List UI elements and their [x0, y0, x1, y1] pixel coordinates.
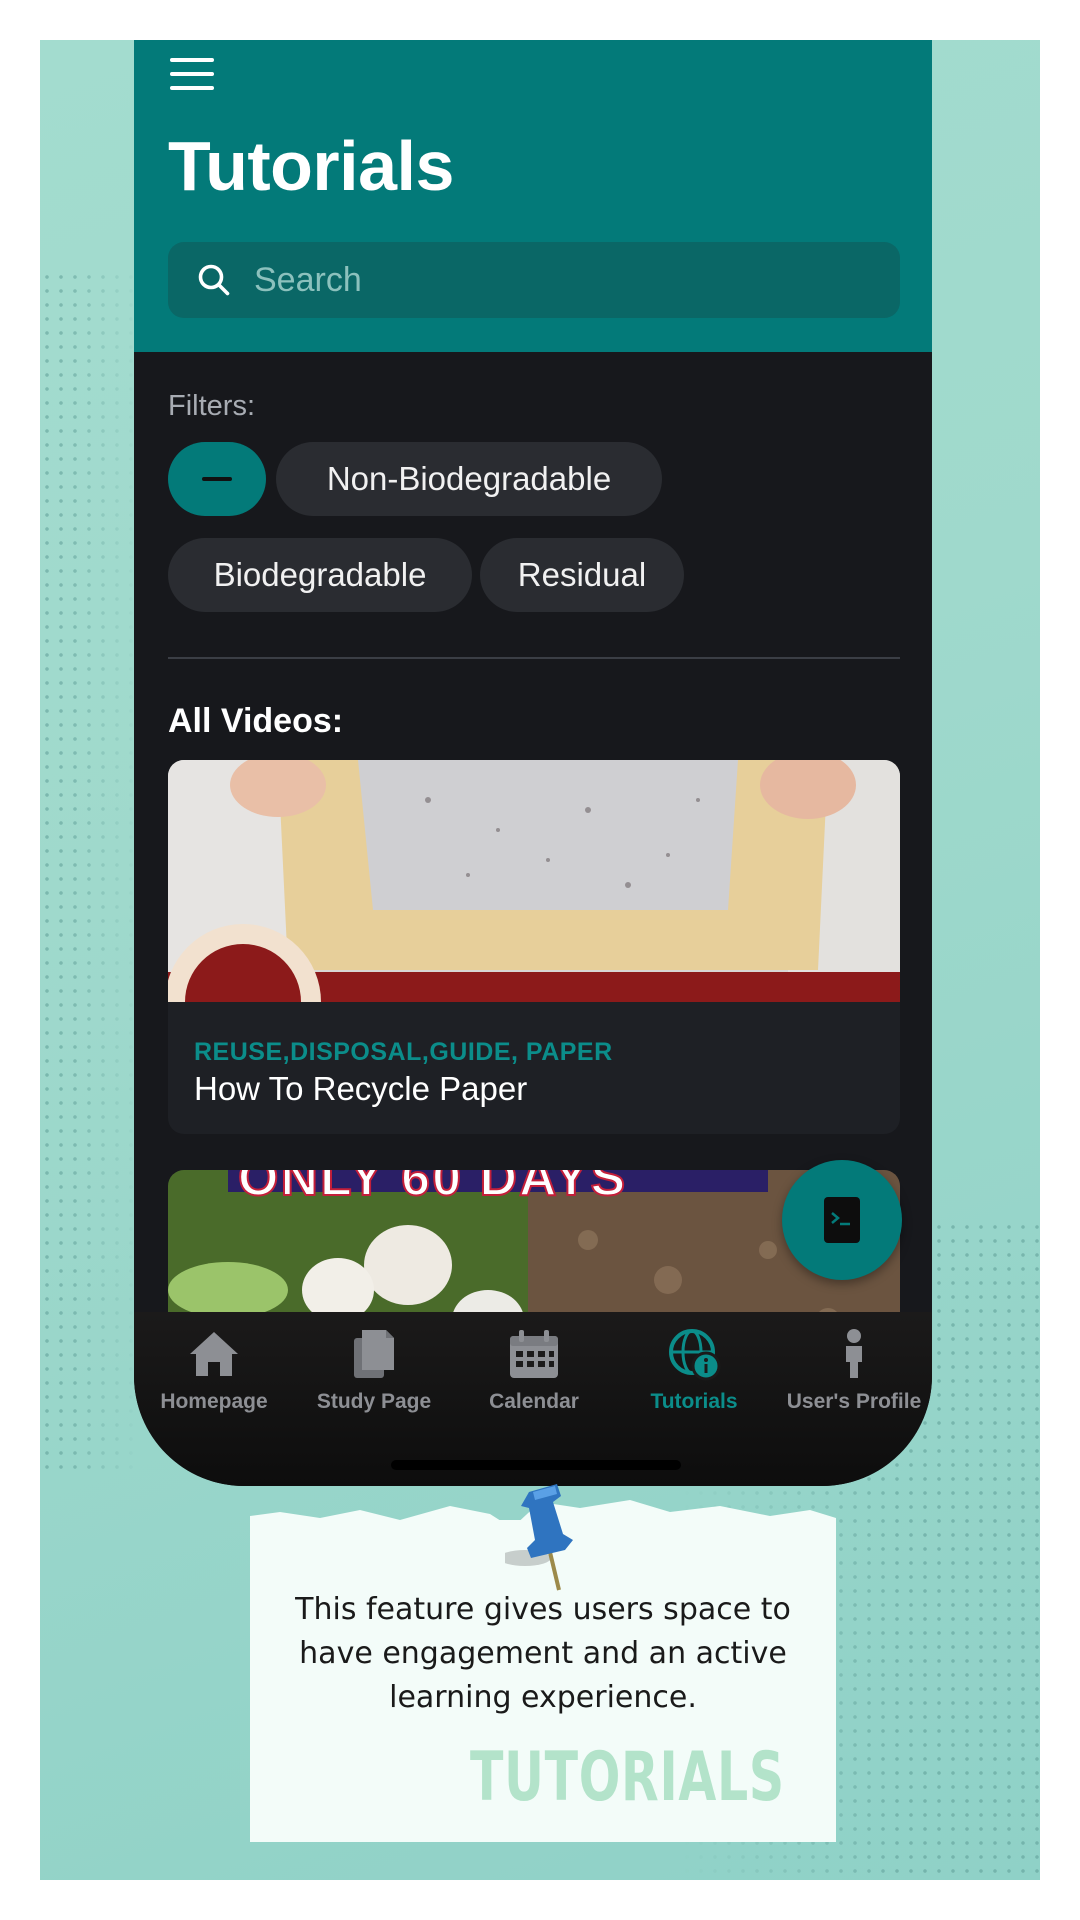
- video-title: How To Recycle Paper: [194, 1070, 528, 1107]
- push-pin-icon: [505, 1484, 573, 1591]
- nav-label: User's Profile: [786, 1390, 922, 1413]
- home-icon: [190, 1332, 238, 1376]
- hamburger-menu-icon[interactable]: [170, 58, 214, 92]
- search-input[interactable]: [254, 260, 854, 300]
- nav-tutorials[interactable]: Tutorials: [614, 1326, 774, 1426]
- nav-calendar[interactable]: Calendar: [454, 1326, 614, 1426]
- nav-users-profile[interactable]: User's Profile: [774, 1326, 932, 1426]
- calendar-icon: [510, 1330, 558, 1378]
- search-bar[interactable]: [168, 242, 900, 318]
- filter-chip-biodegradable[interactable]: Biodegradable: [168, 538, 472, 612]
- nav-label: Calendar: [489, 1390, 579, 1413]
- filters-label: Filters:: [168, 390, 255, 422]
- home-indicator: [391, 1460, 681, 1470]
- video-card[interactable]: REUSE,DISPOSAL,GUIDE, PAPER How To Recyc…: [168, 760, 900, 1134]
- terminal-book-icon: [824, 1197, 860, 1243]
- nav-label: Tutorials: [650, 1390, 738, 1413]
- person-icon: [846, 1329, 862, 1378]
- search-icon: [198, 264, 230, 296]
- nav-label: Homepage: [160, 1390, 268, 1413]
- video-thumbnail: [168, 760, 900, 1002]
- filter-chip-minus[interactable]: [168, 442, 266, 516]
- app-header: Tutorials: [134, 40, 932, 352]
- filter-chip-residual[interactable]: Residual: [480, 538, 684, 612]
- filter-chip-non-biodegradable[interactable]: Non-Biodegradable: [276, 442, 662, 516]
- video-tags: REUSE,DISPOSAL,GUIDE, PAPER: [194, 1038, 613, 1066]
- nav-homepage[interactable]: Homepage: [134, 1326, 294, 1426]
- thumbnail-caption: ONLY 60 DAYS: [237, 1170, 628, 1208]
- note-heading: TUTORIALS: [470, 1738, 785, 1817]
- page-title: Tutorials: [168, 127, 454, 205]
- documents-icon: [354, 1330, 394, 1378]
- dot-pattern-left: [40, 270, 140, 1470]
- minus-icon: [202, 477, 232, 481]
- note-description: This feature gives users space to have e…: [295, 1592, 791, 1715]
- floating-action-button[interactable]: [782, 1160, 902, 1280]
- all-videos-heading: All Videos:: [168, 702, 344, 740]
- nav-study-page[interactable]: Study Page: [294, 1326, 454, 1426]
- divider: [168, 657, 900, 659]
- phone-screen: Tutorials Filters: Non-Biodegradable Bio…: [134, 40, 932, 1486]
- nav-label: Study Page: [316, 1390, 432, 1413]
- globe-info-icon: [669, 1329, 721, 1381]
